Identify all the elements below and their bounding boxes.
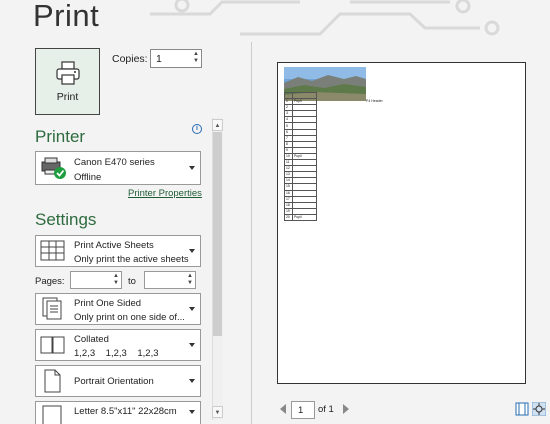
scroll-down-arrow[interactable]: ▼ [212,406,223,418]
chevron-down-icon [189,166,195,170]
circuit-decoration [150,0,500,36]
sides-dropdown[interactable]: Print One Sided Only print on one side o… [35,293,201,325]
scroll-up-arrow[interactable]: ▲ [212,119,223,131]
pages-to-spinner[interactable]: ▲ ▼ [187,273,193,287]
collated-icon [40,336,65,354]
printer-properties-link[interactable]: Printer Properties [128,188,202,199]
printer-icon [55,60,80,85]
collation-dropdown[interactable]: Collated 1,2,3 1,2,3 1,2,3 [35,329,201,361]
printer-status-icon [41,157,66,179]
pages-to-label: to [128,276,136,287]
copies-label: Copies: [112,53,148,65]
pages-label: Pages: [35,276,65,287]
show-margins-icon[interactable] [515,402,529,416]
page-count-label: of 1 [318,404,334,415]
orientation-label: Portrait Orientation [74,376,154,387]
scrollbar-thumb[interactable] [213,132,222,336]
preview-table: 1 Pupil 2 3 4 5 6 7 8 9 10 Pupil 11 12 13 14 15 16 17 18 19 2… [284,91,317,221]
table-row: 20 Pupil [284,213,317,221]
sheets-grid-icon [40,240,65,261]
preview-caption: P4 Header [366,99,383,103]
print-scope-desc: Only print the active sheets [74,254,189,265]
page-number-input[interactable]: 1 [291,401,315,419]
chevron-down-icon [189,410,195,414]
pages-to-input[interactable]: ▲ ▼ [144,271,196,289]
sides-label: Print One Sided [74,298,142,309]
zoom-to-page-icon[interactable] [532,402,546,416]
pages-from-input[interactable]: ▲ ▼ [70,271,122,289]
copies-spinner[interactable]: ▲ ▼ [193,51,199,65]
one-sided-page-icon [42,297,62,320]
copies-value: 1 [156,53,162,65]
chevron-down-icon [189,249,195,253]
printer-status: Offline [74,172,102,183]
print-scope-dropdown[interactable]: Print Active Sheets Only print the activ… [35,235,201,267]
paper-size-dropdown[interactable]: Letter 8.5"x11" 22x28cm [35,401,201,424]
previous-page-button[interactable] [280,404,286,414]
copies-input[interactable]: 1 ▲ ▼ [150,49,202,68]
print-button-label: Print [56,90,79,103]
print-backstage: Print Print Copies: 1 ▲ ▼ Printer i Canon… [0,0,550,424]
printer-section-title: Printer [35,127,86,146]
pages-from-spinner[interactable]: ▲ ▼ [113,273,119,287]
collation-label: Collated [74,334,109,345]
printer-name: Canon E470 series [74,157,155,168]
print-scope-label: Print Active Sheets [74,240,154,251]
page-title: Print [33,0,100,33]
row-value-cell: Pupil [292,213,317,221]
collation-desc: 1,2,3 1,2,3 1,2,3 [74,348,159,359]
chevron-down-icon [189,343,195,347]
printer-dropdown[interactable]: Canon E470 series Offline [35,151,201,185]
paper-size-icon [42,405,62,424]
chevron-down-icon [189,307,195,311]
sides-desc: Only print on one side of... [74,312,185,323]
paper-size-label: Letter 8.5"x11" 22x28cm [74,406,177,417]
orientation-dropdown[interactable]: Portrait Orientation [35,365,201,397]
row-number-cell: 20 [284,213,293,221]
portrait-page-icon [44,369,61,393]
info-icon[interactable]: i [192,124,202,134]
settings-section-title: Settings [35,210,97,229]
print-button[interactable]: Print [35,48,100,115]
chevron-down-icon [189,379,195,383]
next-page-button[interactable] [343,404,349,414]
